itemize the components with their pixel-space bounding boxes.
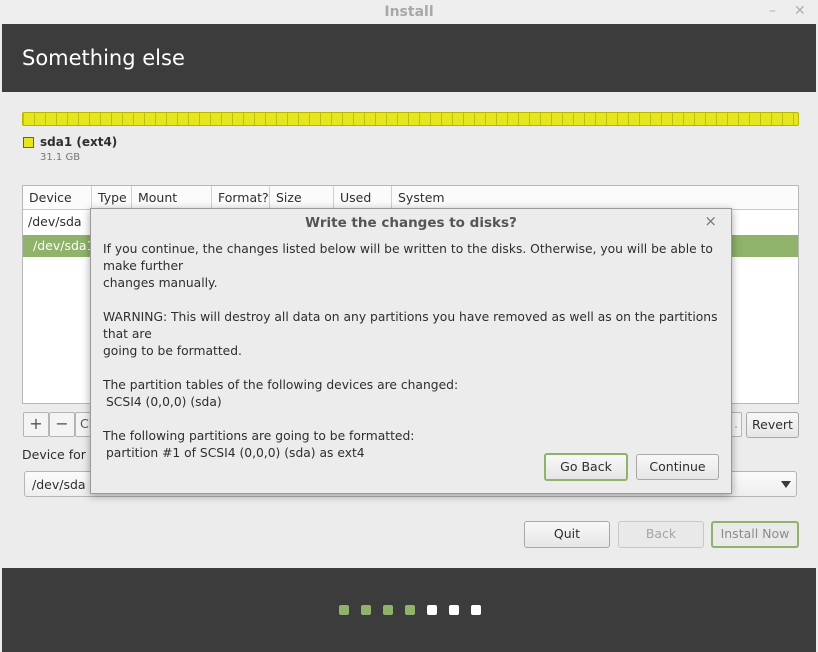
continue-button[interactable]: Continue	[636, 454, 719, 480]
dropdown-arrow-icon	[781, 481, 791, 488]
table-row[interactable]: /dev/sda	[28, 214, 82, 229]
progress-step-pending	[427, 605, 437, 615]
column-header-mount-point[interactable]: Mount point	[132, 186, 212, 228]
dialog-title: Write the changes to disks?	[305, 215, 517, 231]
back-button[interactable]: Back	[618, 521, 704, 548]
table-row-device: /dev/sda1	[33, 238, 95, 253]
remove-partition-button[interactable]: −	[49, 412, 75, 437]
install-now-button[interactable]: Install Now	[711, 521, 799, 548]
changed-tables-heading: The partition tables of the following de…	[103, 378, 459, 392]
progress-footer	[2, 568, 816, 652]
progress-step-done	[361, 605, 371, 615]
partition-color-swatch	[23, 137, 34, 148]
column-header-used[interactable]: Used	[334, 186, 392, 210]
minimize-icon[interactable]: –	[769, 0, 776, 24]
column-header-size[interactable]: Size	[270, 186, 334, 210]
quit-button[interactable]: Quit	[524, 521, 610, 548]
progress-step-done	[405, 605, 415, 615]
progress-step-pending	[471, 605, 481, 615]
window-title: Install	[384, 4, 434, 20]
column-header-device[interactable]: Device	[23, 186, 92, 210]
bootloader-device-value: /dev/sda	[32, 477, 86, 492]
partition-legend-size: 31.1 GB	[40, 152, 81, 163]
formatted-partitions-heading: The following partitions are going to be…	[103, 429, 415, 443]
go-back-button[interactable]: Go Back	[544, 453, 628, 481]
column-header-type[interactable]: Type	[92, 186, 132, 210]
column-header-system[interactable]: System	[392, 186, 798, 210]
dialog-text-line: If you continue, the changes listed belo…	[103, 242, 713, 273]
formatted-partition-item: partition #1 of SCSI4 (0,0,0) (sda) as e…	[106, 446, 365, 460]
page-header: Something else	[2, 24, 816, 92]
progress-step-pending	[449, 605, 459, 615]
revert-button[interactable]: Revert	[746, 412, 799, 438]
page-title: Something else	[22, 46, 185, 70]
close-window-icon[interactable]: ✕	[794, 0, 806, 24]
disk-usage-bar	[22, 112, 799, 126]
dialog-warning-line: going to be formatted.	[103, 344, 242, 358]
column-header-format[interactable]: Format?	[212, 186, 270, 210]
progress-step-done	[383, 605, 393, 615]
dialog-close-icon[interactable]: ×	[704, 212, 717, 230]
dialog-warning-line: WARNING: This will destroy all data on a…	[103, 310, 718, 341]
dialog-text-line: changes manually.	[103, 276, 218, 290]
confirm-write-dialog: Write the changes to disks? × If you con…	[90, 208, 732, 494]
progress-step-done	[339, 605, 349, 615]
dialog-message: If you continue, the changes listed belo…	[103, 241, 723, 462]
table-header: Device Type Mount point Format? Size Use…	[23, 186, 798, 228]
bootloader-device-label: Device for b	[22, 447, 98, 462]
changed-table-item: SCSI4 (0,0,0) (sda)	[106, 395, 222, 409]
add-partition-button[interactable]: +	[23, 412, 49, 437]
window-titlebar: Install	[0, 0, 818, 24]
partition-legend-name: sda1 (ext4)	[40, 135, 118, 149]
